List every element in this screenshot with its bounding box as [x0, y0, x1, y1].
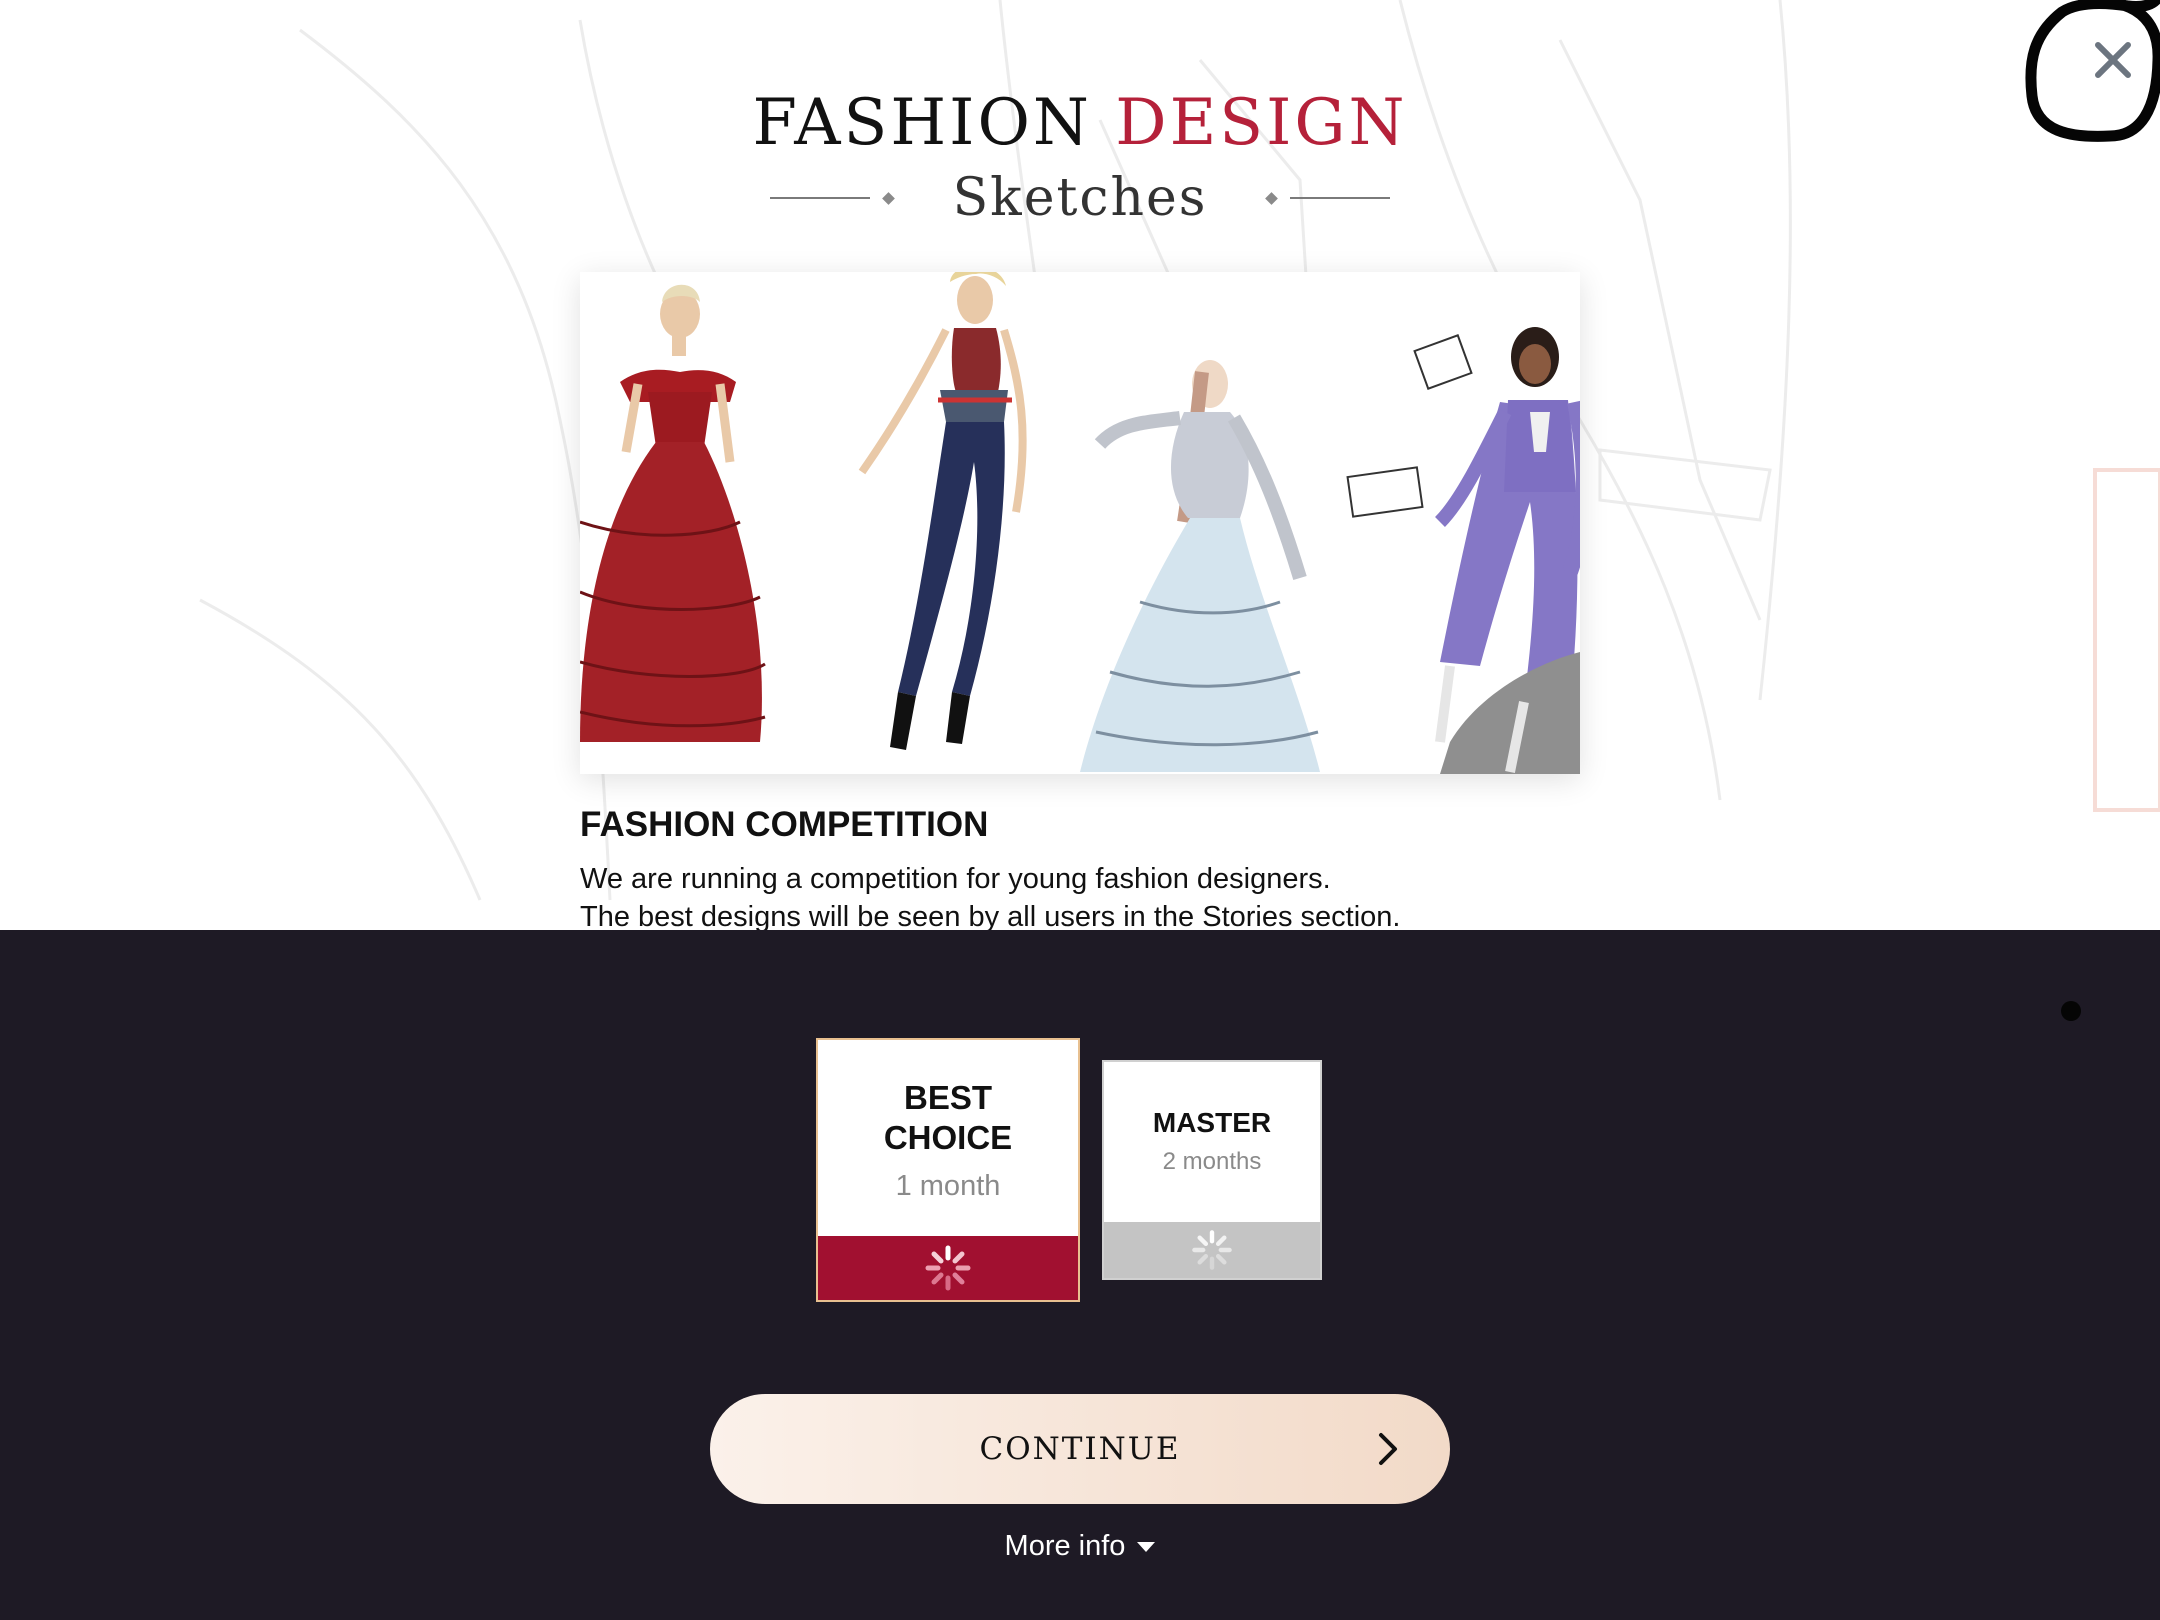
logo-subtitle-row: Sketches: [0, 168, 2160, 228]
close-button[interactable]: [2010, 0, 2160, 150]
logo-word-fashion: FASHION: [752, 86, 1092, 160]
logo-divider-left: [769, 197, 870, 199]
continue-label: CONTINUE: [979, 1431, 1181, 1467]
purchase-panel: [0, 930, 2160, 1620]
competition-line-1: We are running a competition for young f…: [580, 863, 1331, 895]
plan-name-line-2: CHOICE: [883, 1119, 1013, 1156]
red-gown-figure: [580, 284, 766, 742]
purple-suit-figure: [1346, 327, 1580, 774]
logo-subtitle: Sketches: [952, 168, 1208, 228]
hero-image: [580, 272, 1580, 774]
navy-jumpsuit-figure: [858, 272, 1027, 750]
logo-divider-right: [1290, 197, 1391, 199]
competition-description: We are running a competition for young f…: [580, 860, 1680, 930]
plan-duration: 2 months: [1162, 1148, 1262, 1175]
plan-name-line-1: BEST: [903, 1079, 992, 1116]
competition-title: FASHION COMPETITION: [580, 805, 989, 844]
competition-line-2: The best designs will be seen by all use…: [580, 901, 1401, 930]
close-icon: [2025, 0, 2160, 142]
fashion-sketches-illustration: [580, 272, 1580, 774]
more-info-link[interactable]: More info: [0, 1530, 2160, 1563]
more-info-label: More info: [1004, 1530, 1126, 1562]
annotation-dot: [2061, 1001, 2081, 1021]
logo-title: FASHION DESIGN: [0, 88, 2160, 158]
loading-spinner-icon: [1192, 1230, 1232, 1270]
app-logo: FASHION DESIGN Sketches: [0, 88, 2160, 228]
logo-word-design: DESIGN: [1115, 86, 1408, 160]
plan-duration: 1 month: [895, 1170, 1001, 1202]
plan-price-footer: [818, 1236, 1078, 1300]
continue-button[interactable]: CONTINUE: [710, 1394, 1450, 1504]
light-blue-gown-figure: [1080, 360, 1320, 772]
loading-spinner-icon: [925, 1245, 971, 1291]
diamond-icon: [881, 191, 895, 205]
plan-price-footer: [1104, 1222, 1320, 1278]
plan-name: MASTER: [1152, 1107, 1272, 1138]
plan-card-best-choice[interactable]: BEST CHOICE 1 month: [816, 1038, 1080, 1302]
caret-down-icon: [1137, 1542, 1156, 1553]
diamond-icon: [1265, 191, 1279, 205]
plan-name: BEST CHOICE: [818, 1078, 1078, 1158]
chevron-right-icon: [1379, 1433, 1397, 1465]
plan-card-master[interactable]: MASTER 2 months: [1102, 1060, 1322, 1280]
